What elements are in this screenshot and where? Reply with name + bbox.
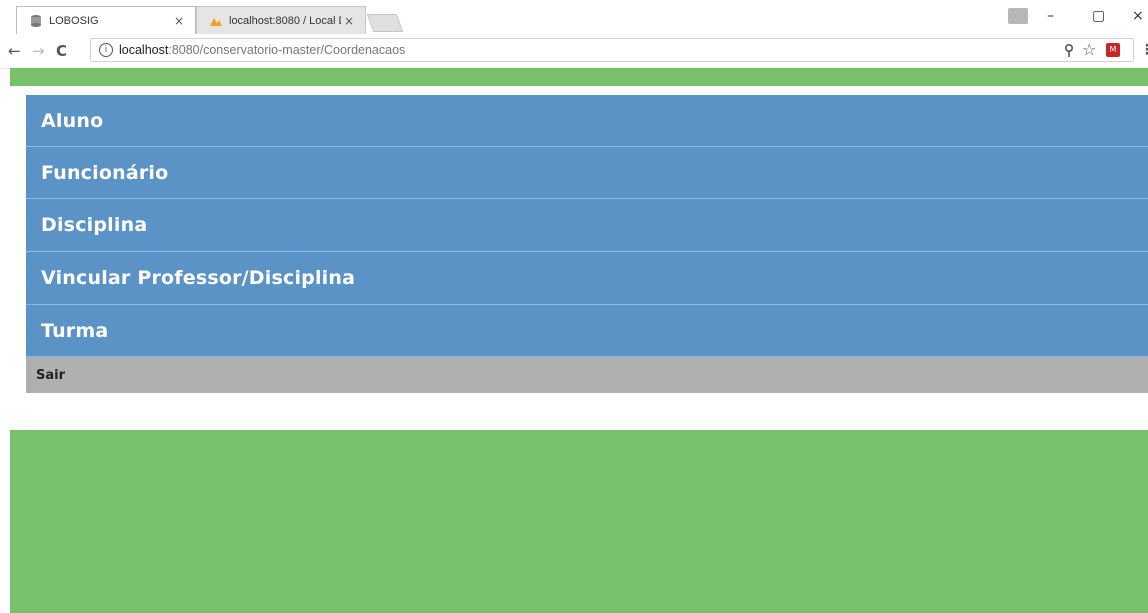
forward-arrow-icon[interactable]: → <box>32 42 45 60</box>
menu-item-label: Vincular Professor/Disciplina <box>41 267 356 289</box>
footer-bar <box>10 430 1148 613</box>
minimize-icon[interactable]: – <box>1047 8 1054 24</box>
browser-toolbar: ← → C i localhost:8080/conservatorio-mas… <box>0 34 1148 69</box>
menu-item-disciplina[interactable]: Disciplina <box>26 199 1148 252</box>
reload-icon[interactable]: C <box>56 42 67 60</box>
menu-item-label: Disciplina <box>41 214 148 236</box>
logout-button[interactable]: Sair <box>26 357 1148 393</box>
menu-item-funcionario[interactable]: Funcionário <box>26 147 1148 199</box>
url-host: localhost <box>119 43 169 57</box>
database-icon <box>31 14 41 27</box>
menu-item-turma[interactable]: Turma <box>26 305 1148 357</box>
header-bar <box>10 68 1148 86</box>
star-icon[interactable]: ☆ <box>1082 40 1096 59</box>
back-arrow-icon[interactable]: ← <box>8 42 21 60</box>
new-tab-button[interactable] <box>366 14 404 32</box>
tab-label: LOBOSIG <box>49 14 99 27</box>
url-text: localhost:8080/conservatorio-master/Coor… <box>119 43 405 57</box>
menu-item-aluno[interactable]: Aluno <box>26 95 1148 147</box>
menu-item-vincular[interactable]: Vincular Professor/Disciplina <box>26 252 1148 305</box>
tab-label: localhost:8080 / Local Da <box>229 14 341 27</box>
address-bar[interactable]: i localhost:8080/conservatorio-master/Co… <box>90 38 1134 62</box>
maximize-icon[interactable]: ▢ <box>1092 8 1105 24</box>
phpmyadmin-icon <box>210 17 222 26</box>
tab-close-icon[interactable]: × <box>171 14 187 28</box>
main-menu: Aluno Funcionário Disciplina Vincular Pr… <box>26 95 1148 393</box>
profile-icon[interactable] <box>1008 8 1028 24</box>
key-icon[interactable] <box>1064 44 1074 58</box>
info-icon[interactable]: i <box>99 43 113 57</box>
extension-icon[interactable]: M <box>1106 43 1120 57</box>
url-path: :8080/conservatorio-master/Coordenacaos <box>168 43 406 57</box>
close-window-icon[interactable]: × <box>1132 8 1144 24</box>
menu-item-label: Aluno <box>41 109 104 132</box>
tab-strip: LOBOSIG × localhost:8080 / Local Da × – … <box>0 0 1148 34</box>
logout-label: Sair <box>36 367 66 383</box>
tab-lobosig[interactable]: LOBOSIG × <box>16 6 196 34</box>
tab-close-icon[interactable]: × <box>341 14 357 28</box>
menu-item-label: Turma <box>41 319 109 342</box>
menu-item-label: Funcionário <box>41 161 169 184</box>
tab-phpmyadmin[interactable]: localhost:8080 / Local Da × <box>196 6 366 34</box>
menu-dots-icon[interactable]: ⋮ <box>1140 42 1148 58</box>
